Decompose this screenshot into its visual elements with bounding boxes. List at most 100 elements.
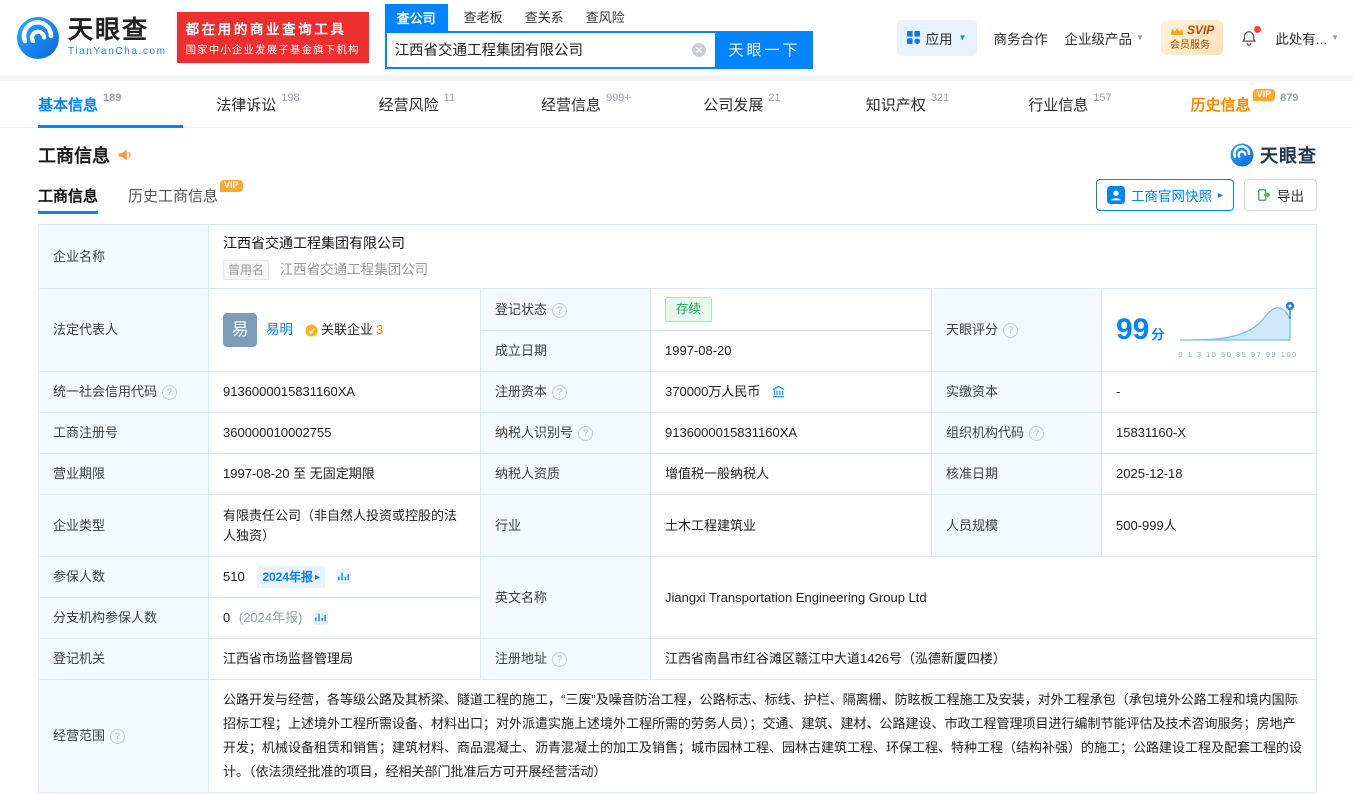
related-companies-icon xyxy=(305,324,318,337)
arrow-right-icon: ▸ xyxy=(315,571,321,583)
field-value-reg-address: 江西省南昌市红谷滩区赣江中大道1426号（泓德新厦四楼） xyxy=(650,638,1317,680)
tab-industry-info[interactable]: 行业信息 157 xyxy=(1028,81,1190,127)
slogan-banner: 都在用的商业查询工具 国家中小企业发展子基金旗下机构 xyxy=(176,12,369,63)
subtab-history-business-info[interactable]: 历史工商信息 VIP xyxy=(128,176,243,214)
snapshot-icon xyxy=(1106,186,1125,204)
field-label-insured-count: 参保人数 xyxy=(38,556,209,598)
field-label-english-name: 英文名称 xyxy=(480,556,651,639)
search-input[interactable] xyxy=(386,41,691,58)
related-companies-link[interactable]: 关联企业 3 xyxy=(305,320,383,340)
crown-icon xyxy=(1170,27,1184,35)
grid-icon xyxy=(906,31,920,44)
trend-chart-icon[interactable] xyxy=(335,569,351,584)
business-info-table: 企业名称 江西省交通工程集团有限公司 曾用名 江西省交通工程集团公司 法定代表人… xyxy=(38,223,1317,794)
search-tab-risk[interactable]: 查风险 xyxy=(586,7,625,31)
main-content: 工商信息 天眼查 工商信息 历史工商信息 VIP 工商官网快照 ▸ 导出 企业名… xyxy=(0,142,1353,794)
field-value-establish-date: 1997-08-20 xyxy=(650,330,932,372)
tab-operation-info[interactable]: 经营信息 999+ xyxy=(541,81,703,127)
help-icon[interactable] xyxy=(552,652,568,668)
search-area: 查公司 查老板 查关系 查风险 天眼一下 xyxy=(384,3,813,69)
field-label-reg-capital: 注册资本 xyxy=(480,371,651,413)
field-label-taxpayer-quality: 纳税人资质 xyxy=(480,453,651,495)
field-value-branch-insured: 0 (2024年报) xyxy=(208,597,481,639)
field-value-english-name: Jiangxi Transportation Engineering Group… xyxy=(650,556,1317,639)
field-value-taxpayer-id: 9136000015831160XA xyxy=(650,412,932,454)
trend-chart-icon[interactable] xyxy=(313,610,329,626)
field-value-industry: 土木工程建筑业 xyxy=(650,494,932,557)
help-icon[interactable] xyxy=(552,385,568,401)
svip-member-button[interactable]: SVIP 会员服务 xyxy=(1160,20,1224,55)
search-tab-relation[interactable]: 查关系 xyxy=(525,7,564,31)
clear-search-icon[interactable] xyxy=(691,42,707,58)
field-label-reg-status: 登记状态 xyxy=(480,288,651,331)
score-chart: 0 1 3 15 50 85 97 99 100 xyxy=(1178,300,1297,361)
business-scope-text: 公路开发与经营，各等级公路及其桥梁、隧道工程的施工，“三废”及噪音防治工程，公路… xyxy=(223,692,1303,780)
status-badge: 存续 xyxy=(665,297,713,322)
brand-domain: TianYanCha.com xyxy=(68,46,167,57)
field-label-business-scope: 经营范围 xyxy=(38,678,209,794)
megaphone-icon[interactable] xyxy=(117,147,133,163)
former-name: 江西省交通工程集团公司 xyxy=(279,262,429,277)
field-label-reg-address: 注册地址 xyxy=(480,638,651,680)
field-label-org-code: 组织机构代码 xyxy=(931,412,1102,454)
tab-basic-info[interactable]: 基本信息 189 xyxy=(38,81,216,128)
field-value-reg-authority: 江西省市场监督管理局 xyxy=(208,638,481,680)
apps-menu[interactable]: 应用 ▼ xyxy=(896,19,977,56)
help-icon[interactable] xyxy=(162,385,178,401)
field-label-branch-insured: 分支机构参保人数 xyxy=(38,597,209,639)
annual-report-badge[interactable]: 2024年报 ▸ xyxy=(257,566,326,588)
subtab-business-info[interactable]: 工商信息 xyxy=(38,176,99,214)
field-value-taxpayer-quality: 增值税一般纳税人 xyxy=(650,453,932,495)
legal-rep-name-link[interactable]: 易明 xyxy=(266,320,293,340)
tab-legal-litigation[interactable]: 法律诉讼 198 xyxy=(216,81,378,127)
tab-history-info[interactable]: 历史信息 VIP 879 xyxy=(1191,81,1353,127)
help-icon[interactable] xyxy=(552,302,568,318)
score-axis-labels: 0 1 3 15 50 85 97 99 100 xyxy=(1178,350,1298,360)
official-snapshot-button[interactable]: 工商官网快照 ▸ xyxy=(1095,179,1234,211)
field-value-staff-size: 500-999人 xyxy=(1101,494,1317,557)
bank-icon[interactable] xyxy=(771,384,786,399)
slogan-line2: 国家中小企业发展子基金旗下机构 xyxy=(185,44,360,56)
search-tab-boss[interactable]: 查老板 xyxy=(464,7,503,31)
help-icon[interactable] xyxy=(110,729,126,745)
score-number[interactable]: 99 分 xyxy=(1116,315,1164,345)
chevron-down-icon: ▼ xyxy=(958,33,967,42)
search-box xyxy=(384,30,717,69)
field-value-business-scope: 公路开发与经营，各等级公路及其桥梁、隧道工程的施工，“三废”及噪音防治工程，公路… xyxy=(208,678,1317,794)
help-icon[interactable] xyxy=(1003,323,1019,339)
notifications-bell-icon[interactable] xyxy=(1240,25,1262,47)
help-icon[interactable] xyxy=(1029,426,1045,442)
field-label-reg-authority: 登记机关 xyxy=(38,638,209,680)
field-value-score: 99 分 0 1 3 15 50 85 97 99 100 xyxy=(1101,288,1317,372)
field-label-reg-number: 工商注册号 xyxy=(38,412,209,454)
field-label-company-name: 企业名称 xyxy=(38,223,209,290)
tab-operation-risk[interactable]: 经营风险 11 xyxy=(379,81,541,127)
slogan-line1: 都在用的商业查询工具 xyxy=(185,22,347,37)
subtab-row: 工商信息 历史工商信息 VIP 工商官网快照 ▸ 导出 xyxy=(38,176,1317,214)
business-cooperation-link[interactable]: 商务合作 xyxy=(994,28,1048,48)
legal-rep-avatar[interactable]: 易 xyxy=(223,313,257,348)
tab-company-development[interactable]: 公司发展 21 xyxy=(703,81,865,127)
field-value-org-code: 15831160-X xyxy=(1101,412,1317,454)
field-value-reg-capital: 370000万人民币 xyxy=(650,371,932,413)
help-icon[interactable] xyxy=(578,426,594,442)
field-label-taxpayer-id: 纳税人识别号 xyxy=(480,412,651,454)
field-value-reg-status: 存续 xyxy=(650,288,932,331)
search-button[interactable]: 天眼一下 xyxy=(716,30,813,69)
export-icon xyxy=(1258,189,1271,201)
field-label-business-term: 营业期限 xyxy=(38,453,209,495)
tab-intellectual-property[interactable]: 知识产权 321 xyxy=(866,81,1028,127)
field-value-business-term: 1997-08-20 至 无固定期限 xyxy=(208,453,481,495)
company-nav-tabs: 基本信息 189 法律诉讼 198 经营风险 11 经营信息 999+ 公司发展 21 知… xyxy=(0,81,1353,128)
brand-name: 天眼查 xyxy=(68,16,150,44)
search-row: 天眼一下 xyxy=(384,30,813,69)
export-button[interactable]: 导出 xyxy=(1244,179,1317,211)
account-menu[interactable]: 此处有... ▼ xyxy=(1275,28,1339,48)
search-tab-company[interactable]: 查公司 xyxy=(384,3,448,31)
site-logo[interactable]: 天眼查 TianYanCha.com xyxy=(16,16,167,60)
field-value-approval-date: 2025-12-18 xyxy=(1101,453,1317,495)
field-value-legal-rep: 易 易明 关联企业 3 xyxy=(208,288,481,372)
enterprise-products-menu[interactable]: 企业级产品 ▼ xyxy=(1065,28,1144,48)
field-label-score: 天眼评分 xyxy=(931,288,1102,372)
tianyancha-swirl-icon xyxy=(17,16,59,59)
